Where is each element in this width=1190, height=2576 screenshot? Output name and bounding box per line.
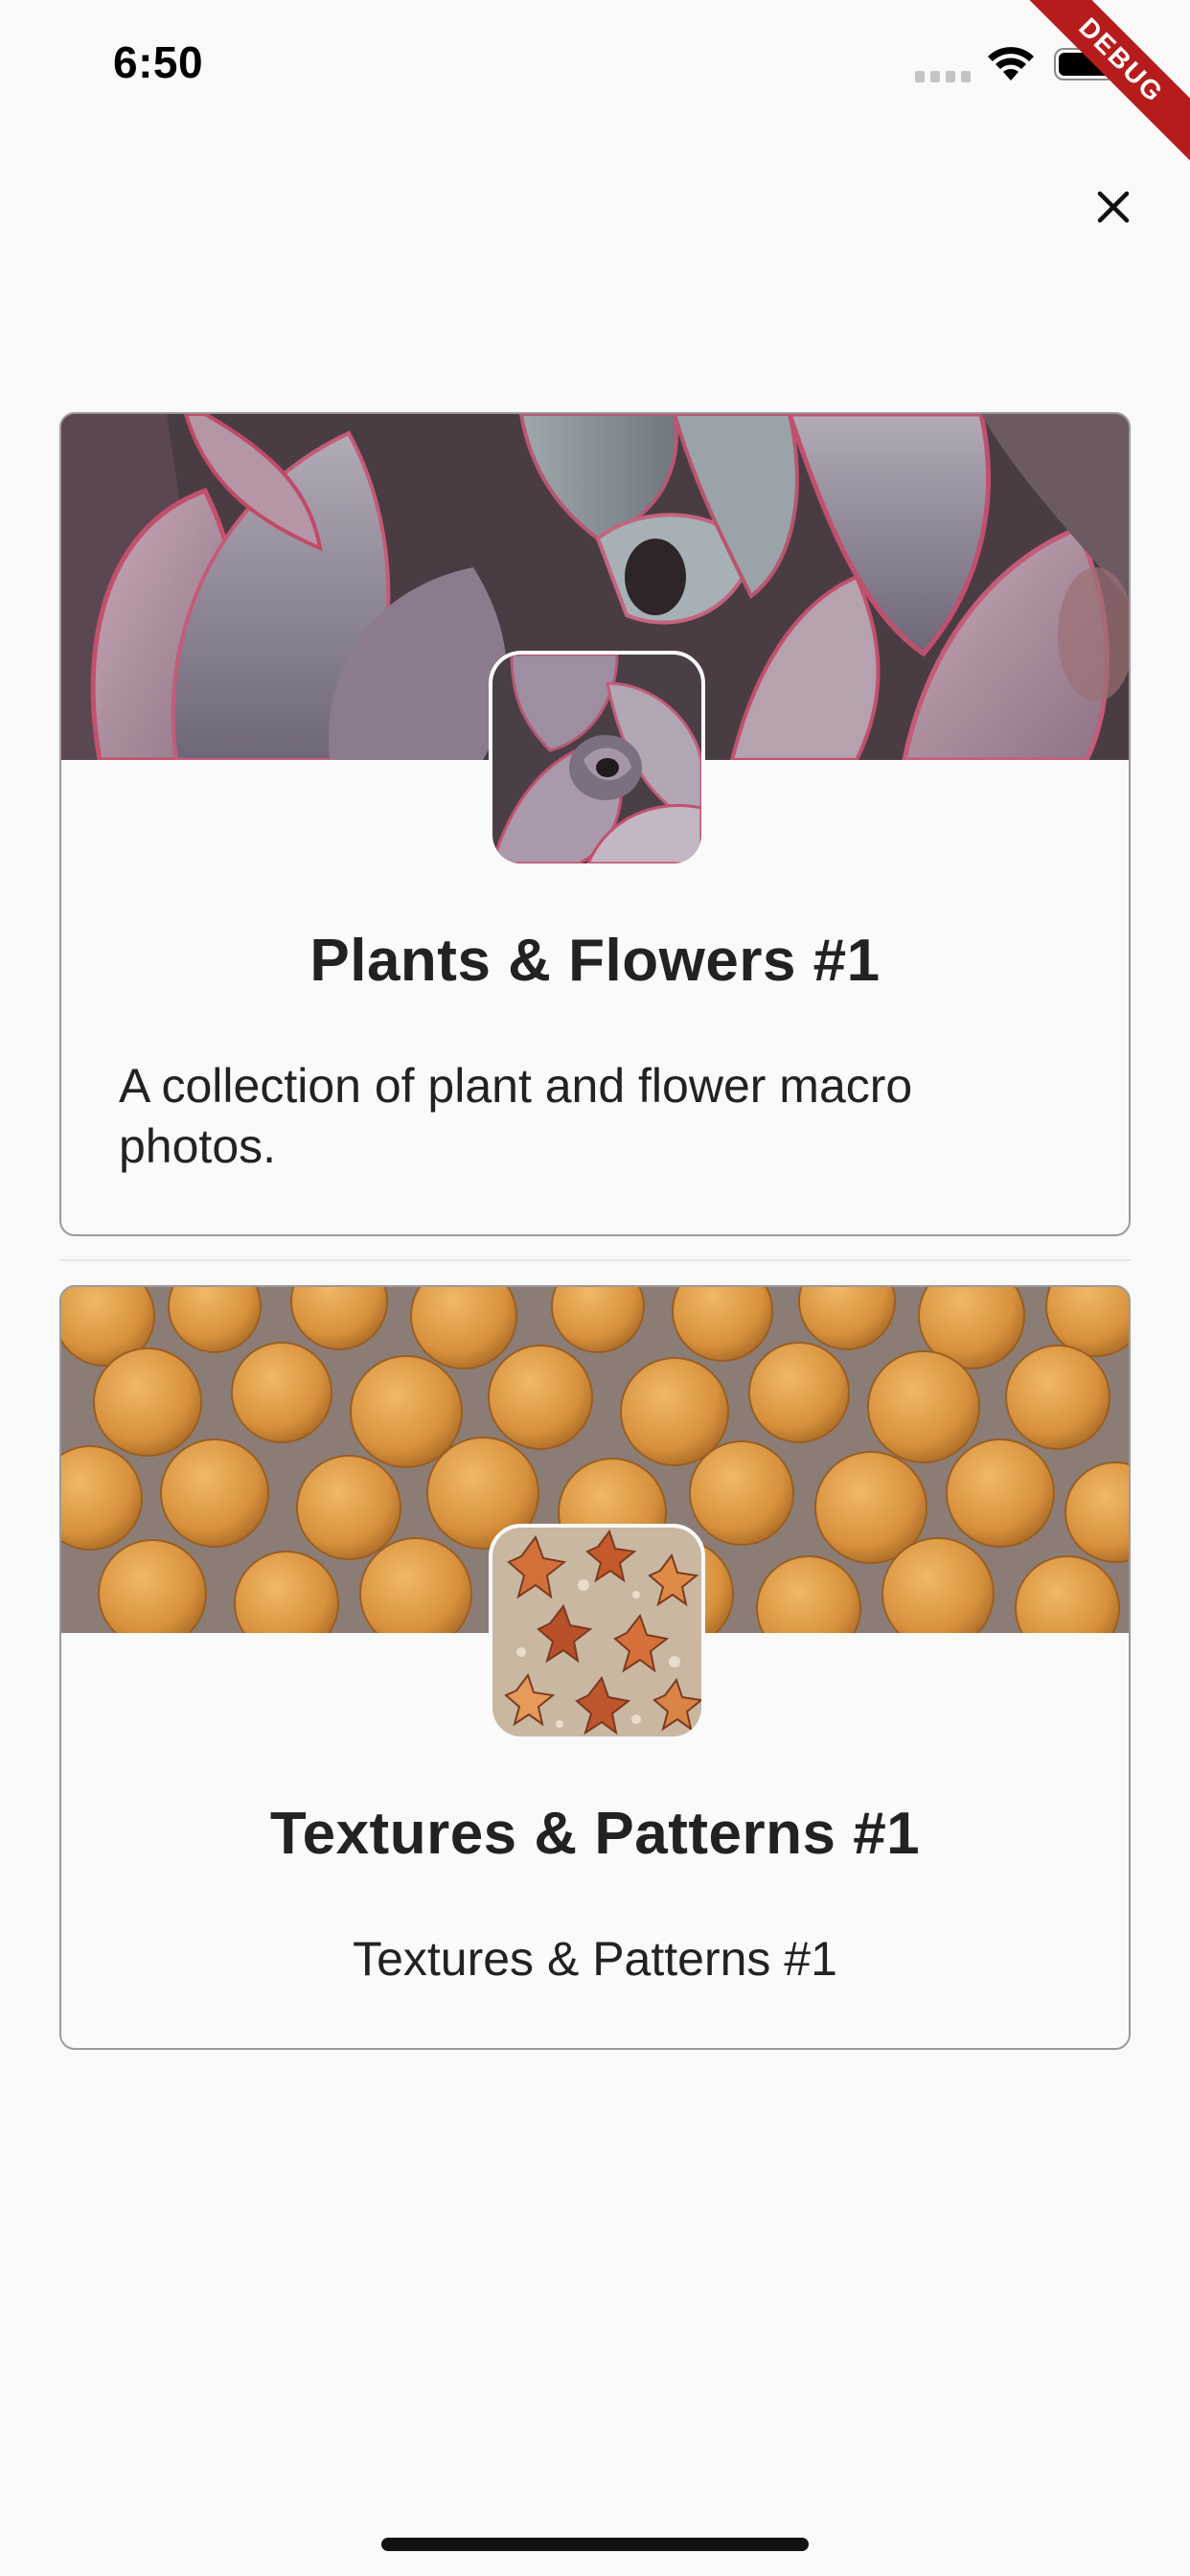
divider (59, 1259, 1131, 1261)
status-bar: 6:50 (0, 0, 1190, 134)
card-thumbnail-image (489, 651, 705, 867)
close-button[interactable] (1087, 180, 1140, 234)
signal-bars-icon (915, 71, 971, 82)
card-description: Textures & Patterns #1 (353, 1932, 837, 1986)
card-title: Plants & Flowers #1 (309, 928, 881, 994)
card-title: Textures & Patterns #1 (269, 1801, 921, 1867)
home-indicator[interactable] (381, 2538, 809, 2551)
status-time: 6:50 (113, 37, 204, 87)
collection-card-textures[interactable]: Textures & Patterns #1 Textures & Patter… (59, 1285, 1131, 2050)
wifi-icon (988, 47, 1034, 80)
card-thumbnail-image (489, 1524, 705, 1740)
close-icon (1097, 191, 1130, 223)
collection-card-plants[interactable]: Plants & Flowers #1 A collection of plan… (59, 412, 1131, 1236)
card-description: A collection of plant and flower macro p… (119, 1059, 913, 1173)
